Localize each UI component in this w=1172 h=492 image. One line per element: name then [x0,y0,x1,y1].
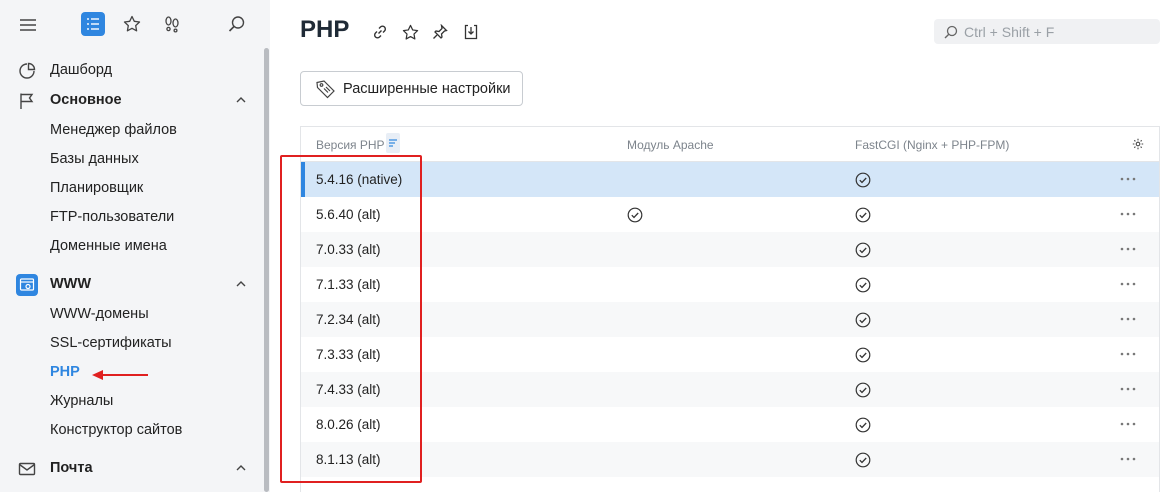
fastcgi-enabled-check-icon [855,312,871,328]
sidebar-item-dashboard[interactable]: Дашборд [0,56,262,84]
www-settings-icon [16,274,38,296]
sidebar-item-domain-names[interactable]: Доменные имена [0,232,262,260]
row-actions-more-icon[interactable] [1119,276,1137,292]
flag-icon [16,90,38,112]
star-icon[interactable] [120,12,144,36]
table-row[interactable]: 7.1.33 (alt) [301,267,1159,302]
sidebar-item-ftp-users[interactable]: FTP-пользователи [0,203,262,231]
fastcgi-enabled-check-icon [855,452,871,468]
mail-icon [16,458,38,480]
column-header-fastcgi[interactable]: FastCGI (Nginx + PHP-FPM) [855,138,1009,152]
sidebar-item-databases[interactable]: Базы данных [0,145,262,173]
table-row[interactable]: 8.1.13 (alt) [301,442,1159,477]
row-actions-more-icon[interactable] [1119,241,1137,257]
page-title: PHP [300,16,350,43]
fastcgi-enabled-check-icon [855,172,871,188]
star-icon[interactable] [400,22,420,42]
list-view-icon[interactable] [81,12,105,36]
gear-icon[interactable] [1132,138,1144,150]
table-row[interactable]: 7.4.33 (alt) [301,372,1159,407]
sidebar-item-www-domains[interactable]: WWW-домены [0,300,262,328]
sidebar-toolbar [0,0,270,50]
row-actions-more-icon[interactable] [1119,416,1137,432]
apache-enabled-check-icon [627,207,643,223]
link-icon[interactable] [370,22,390,42]
table-row[interactable]: 7.3.33 (alt) [301,337,1159,372]
sidebar-item-site-builder[interactable]: Конструктор сайтов [0,416,262,444]
tag-icon [315,79,337,99]
footprints-icon[interactable] [160,12,184,36]
advanced-settings-button[interactable]: Расширенные настройки [300,71,523,106]
row-actions-more-icon[interactable] [1119,346,1137,362]
sidebar-item-label: FTP-пользователи [50,209,175,225]
sidebar-item-label: PHP [50,364,80,380]
search-icon[interactable] [225,12,249,36]
table-row[interactable]: 7.2.34 (alt) [301,302,1159,337]
row-actions-more-icon[interactable] [1119,381,1137,397]
sidebar-item-label: WWW-домены [50,306,149,322]
fastcgi-enabled-check-icon [855,417,871,433]
sidebar-item-label: Конструктор сайтов [50,422,183,438]
fastcgi-enabled-check-icon [855,277,871,293]
table-header: Версия PHP Модуль Apache FastCGI (Nginx … [301,127,1159,162]
sidebar-item-scheduler[interactable]: Планировщик [0,174,262,202]
sidebar-item-ssl-certificates[interactable]: SSL-сертификаты [0,329,262,357]
sidebar-item-label: SSL-сертификаты [50,335,172,351]
sidebar-item-logs[interactable]: Журналы [0,387,262,415]
table-row[interactable]: 5.4.16 (native) [301,162,1159,197]
table-row[interactable]: 7.0.33 (alt) [301,232,1159,267]
sidebar-item-label: Доменные имена [50,238,167,254]
fastcgi-enabled-check-icon [855,382,871,398]
php-versions-table: Версия PHP Модуль Apache FastCGI (Nginx … [300,126,1160,492]
sidebar-item-label: Планировщик [50,180,144,196]
search-input[interactable] [964,23,1144,40]
row-actions-more-icon[interactable] [1119,206,1137,222]
sidebar-group-www[interactable]: WWW [0,270,262,298]
table-row[interactable]: 8.0.26 (alt) [301,407,1159,442]
row-actions-more-icon[interactable] [1119,171,1137,187]
sidebar: Дашборд Основное Менеджер файлов Базы да… [0,0,270,492]
sidebar-group-mail[interactable]: Почта [0,454,262,482]
advanced-settings-label: Расширенные настройки [343,80,511,97]
table-row[interactable]: 5.6.40 (alt) [301,197,1159,232]
sidebar-item-label: Дашборд [50,62,113,78]
sidebar-group-label: Основное [50,92,122,108]
row-actions-more-icon[interactable] [1119,451,1137,467]
sidebar-group-label: WWW [50,276,92,292]
sidebar-scrollbar[interactable] [264,48,269,492]
sort-icon[interactable] [386,133,400,153]
column-header-apache[interactable]: Модуль Apache [627,138,714,152]
annotation-arrow-icon [92,368,150,380]
fastcgi-enabled-check-icon [855,207,871,223]
chevron-up-icon[interactable] [234,92,248,106]
sidebar-group-label: Почта [50,460,93,476]
global-search[interactable] [934,19,1160,44]
search-icon [944,25,958,39]
fastcgi-enabled-check-icon [855,347,871,363]
sidebar-item-label: Базы данных [50,151,139,167]
hamburger-menu-icon[interactable] [14,12,42,38]
app: Дашборд Основное Менеджер файлов Базы да… [0,0,1172,492]
sidebar-group-main[interactable]: Основное [0,86,262,114]
sidebar-item-label: Журналы [50,393,114,409]
column-header-version[interactable]: Версия PHP [316,138,385,152]
chevron-up-icon[interactable] [234,460,248,474]
sidebar-item-file-manager[interactable]: Менеджер файлов [0,116,262,144]
fastcgi-enabled-check-icon [855,242,871,258]
download-icon[interactable] [461,22,481,42]
sidebar-item-label: Менеджер файлов [50,122,177,138]
chevron-up-icon[interactable] [234,276,248,290]
pin-icon[interactable] [430,22,450,42]
dashboard-icon [16,60,38,82]
annotation-highlight-box [280,155,422,483]
row-actions-more-icon[interactable] [1119,311,1137,327]
